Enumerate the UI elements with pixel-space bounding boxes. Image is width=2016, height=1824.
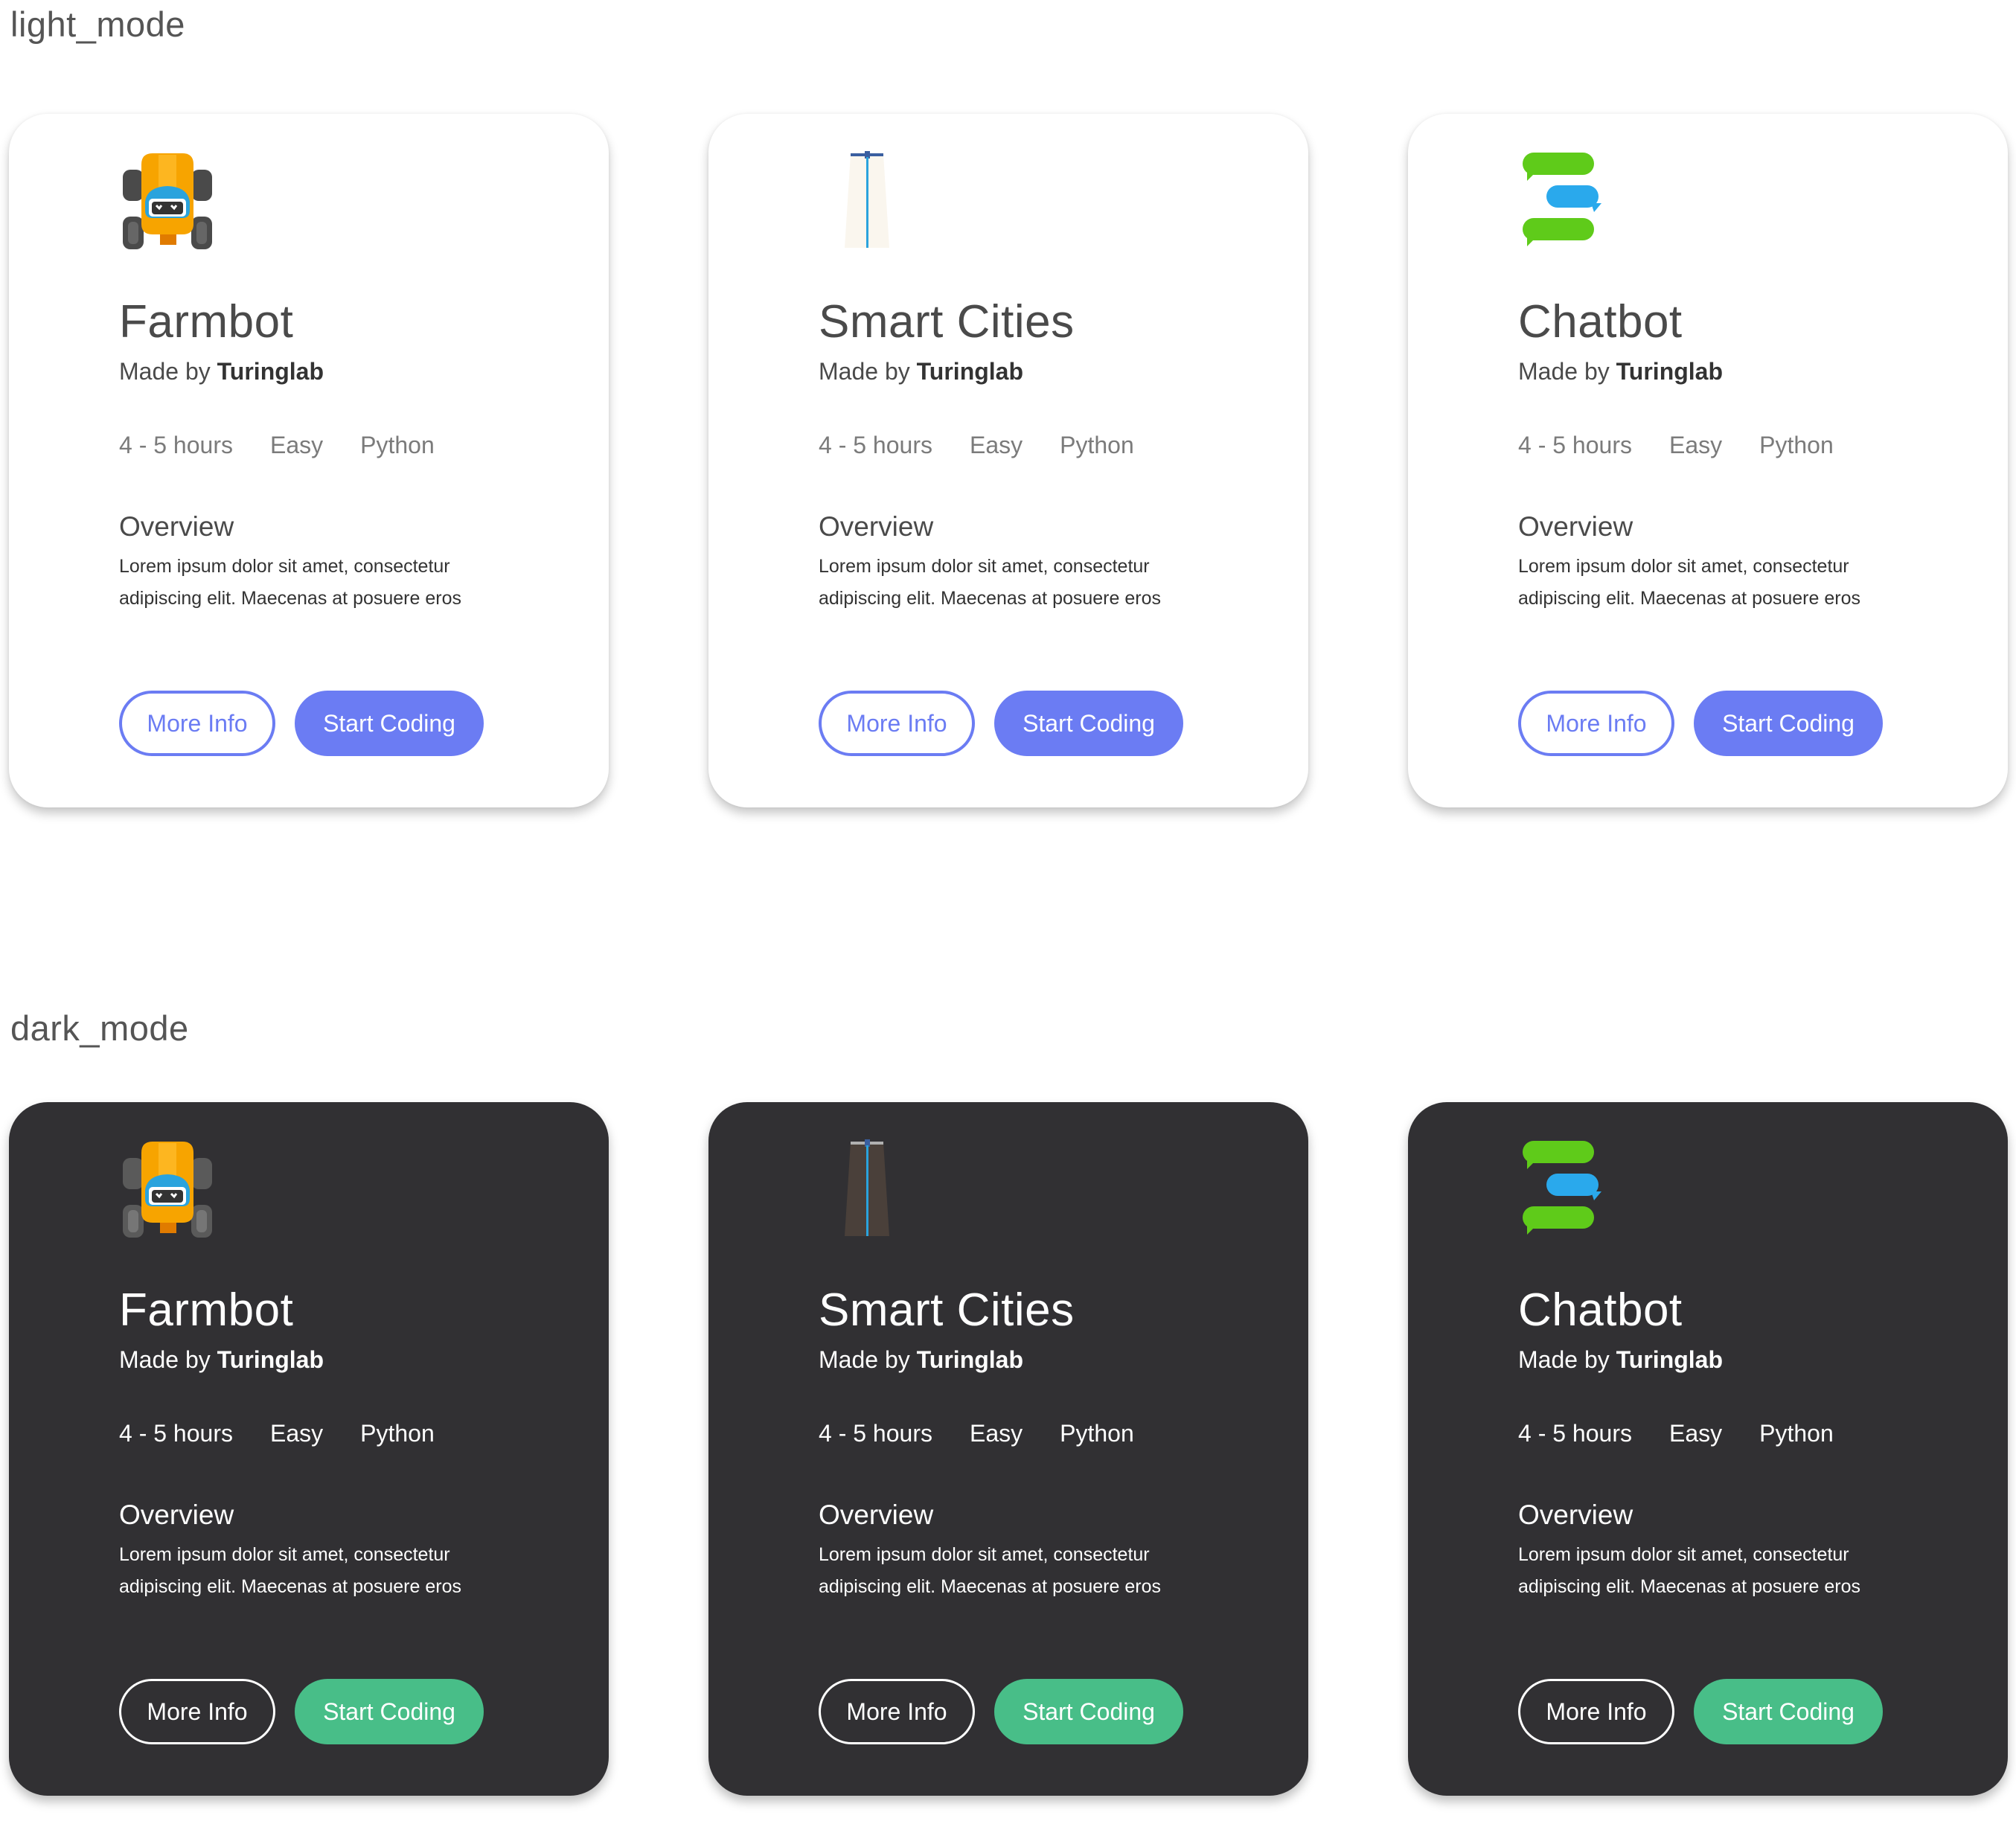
start-coding-button[interactable]: Start Coding (1694, 1679, 1883, 1744)
overview-heading: Overview (119, 1500, 234, 1530)
made-by-prefix: Made by (1518, 1346, 1610, 1373)
start-coding-button[interactable]: Start Coding (994, 1679, 1183, 1744)
language: Python (360, 432, 435, 458)
card-title: Chatbot (1518, 1284, 1683, 1336)
language: Python (1759, 1420, 1834, 1447)
start-coding-button[interactable]: Start Coding (295, 691, 484, 756)
overview-heading: Overview (1518, 1500, 1633, 1530)
author-name: Turinglab (916, 358, 1024, 385)
overview-text: Lorem ipsum dolor sit amet, consectetur … (119, 1544, 461, 1597)
project-card-smart-cities: Smart Cities Made by Turinglab 4 - 5 hou… (708, 114, 1308, 807)
duration: 4 - 5 hours (119, 1420, 233, 1447)
light-mode-label: light_mode (10, 4, 185, 44)
smart-cities-road-icon (819, 1139, 915, 1240)
language: Python (1060, 432, 1134, 458)
card-title: Smart Cities (819, 296, 1075, 348)
project-card-farmbot-dark: Farmbot Made by Turinglab 4 - 5 hours Eas… (9, 1102, 609, 1796)
farmbot-robot-icon (119, 151, 216, 252)
more-info-button[interactable]: More Info (1518, 691, 1674, 756)
overview-text: Lorem ipsum dolor sit amet, consectetur … (1518, 556, 1860, 609)
overview-heading: Overview (819, 511, 934, 542)
author-name: Turinglab (1616, 1346, 1724, 1373)
card-author: Made by Turinglab (819, 358, 1023, 385)
card-meta: 4 - 5 hours Easy Python (119, 432, 472, 459)
overview-heading: Overview (819, 1500, 934, 1530)
card-meta: 4 - 5 hours Easy Python (119, 1420, 472, 1447)
card-title: Farmbot (119, 1284, 294, 1336)
difficulty: Easy (1668, 1420, 1723, 1447)
duration: 4 - 5 hours (819, 1420, 932, 1447)
card-title: Chatbot (1518, 296, 1683, 348)
more-info-button[interactable]: More Info (1518, 1679, 1674, 1744)
card-title: Farmbot (119, 296, 294, 348)
start-coding-button[interactable]: Start Coding (295, 1679, 484, 1744)
start-coding-button[interactable]: Start Coding (1694, 691, 1883, 756)
card-author: Made by Turinglab (1518, 358, 1723, 385)
project-card-chatbot-dark: Chatbot Made by Turinglab 4 - 5 hours Eas… (1408, 1102, 2008, 1796)
dark-mode-label: dark_mode (10, 1008, 189, 1048)
made-by-prefix: Made by (1518, 358, 1610, 385)
project-card-smart-cities-dark: Smart Cities Made by Turinglab 4 - 5 hou… (708, 1102, 1308, 1796)
card-title: Smart Cities (819, 1284, 1075, 1336)
difficulty: Easy (969, 432, 1023, 458)
project-card-farmbot: Farmbot Made by Turinglab 4 - 5 hours Eas… (9, 114, 609, 807)
chat-bubbles-icon (1518, 151, 1615, 252)
difficulty: Easy (969, 1420, 1023, 1447)
overview-heading: Overview (119, 511, 234, 542)
overview-text: Lorem ipsum dolor sit amet, consectetur … (819, 556, 1161, 609)
duration: 4 - 5 hours (819, 432, 932, 458)
made-by-prefix: Made by (819, 1346, 910, 1373)
overview-text: Lorem ipsum dolor sit amet, consectetur … (119, 556, 461, 609)
card-meta: 4 - 5 hours Easy Python (819, 1420, 1171, 1447)
card-meta: 4 - 5 hours Easy Python (819, 432, 1171, 459)
language: Python (1060, 1420, 1134, 1447)
farmbot-robot-icon (119, 1139, 216, 1240)
overview-text: Lorem ipsum dolor sit amet, consectetur … (819, 1544, 1161, 1597)
more-info-button[interactable]: More Info (819, 1679, 975, 1744)
duration: 4 - 5 hours (119, 432, 233, 458)
difficulty: Easy (1668, 432, 1723, 458)
card-author: Made by Turinglab (1518, 1346, 1723, 1374)
card-author: Made by Turinglab (119, 358, 324, 385)
author-name: Turinglab (217, 358, 324, 385)
duration: 4 - 5 hours (1518, 432, 1632, 458)
smart-cities-road-icon (819, 151, 915, 252)
overview-heading: Overview (1518, 511, 1633, 542)
author-name: Turinglab (1616, 358, 1724, 385)
card-meta: 4 - 5 hours Easy Python (1518, 1420, 1871, 1447)
project-card-chatbot: Chatbot Made by Turinglab 4 - 5 hours Eas… (1408, 114, 2008, 807)
author-name: Turinglab (217, 1346, 324, 1373)
card-meta: 4 - 5 hours Easy Python (1518, 432, 1871, 459)
language: Python (360, 1420, 435, 1447)
language: Python (1759, 432, 1834, 458)
more-info-button[interactable]: More Info (119, 691, 275, 756)
difficulty: Easy (269, 1420, 324, 1447)
overview-text: Lorem ipsum dolor sit amet, consectetur … (1518, 1544, 1860, 1597)
author-name: Turinglab (916, 1346, 1024, 1373)
duration: 4 - 5 hours (1518, 1420, 1632, 1447)
start-coding-button[interactable]: Start Coding (994, 691, 1183, 756)
made-by-prefix: Made by (119, 358, 211, 385)
made-by-prefix: Made by (119, 1346, 211, 1373)
more-info-button[interactable]: More Info (119, 1679, 275, 1744)
made-by-prefix: Made by (819, 358, 910, 385)
difficulty: Easy (269, 432, 324, 458)
more-info-button[interactable]: More Info (819, 691, 975, 756)
chat-bubbles-icon (1518, 1139, 1615, 1240)
card-author: Made by Turinglab (119, 1346, 324, 1374)
card-author: Made by Turinglab (819, 1346, 1023, 1374)
